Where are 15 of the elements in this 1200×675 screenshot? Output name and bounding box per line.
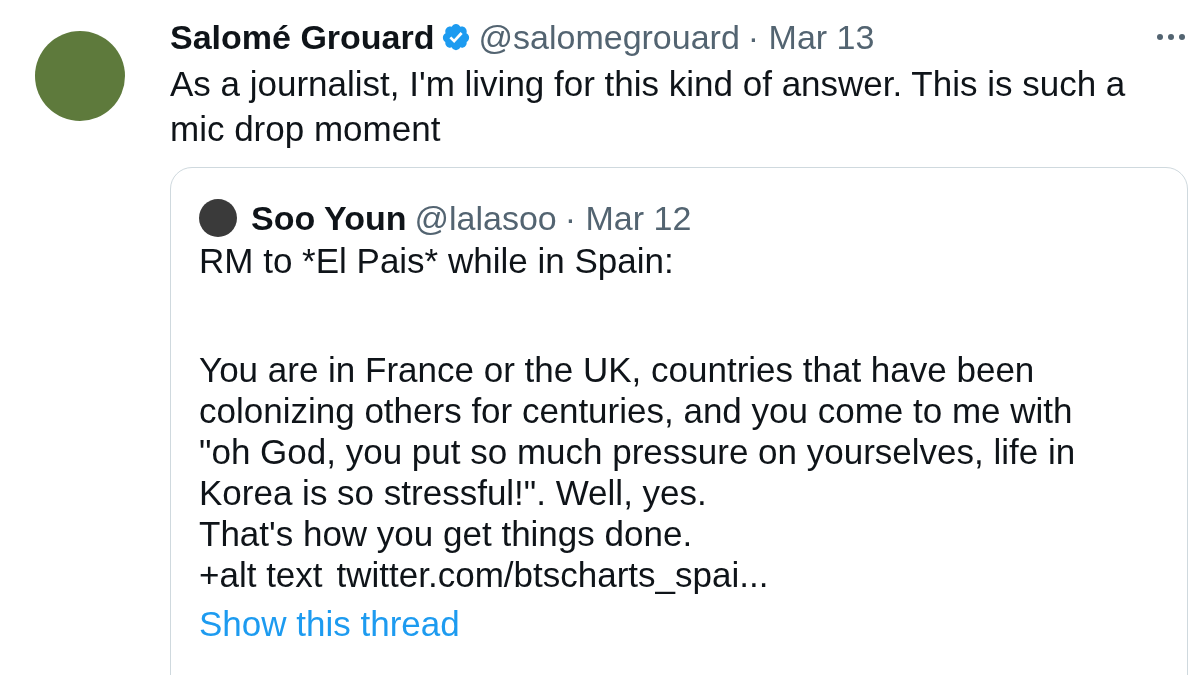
tweet-date: · Mar 12 bbox=[564, 198, 692, 238]
quoted-text: RM to *El Pais* while in Spain: bbox=[199, 240, 675, 281]
more-options-icon[interactable] bbox=[1156, 33, 1186, 41]
alt-text-label: +alt text bbox=[199, 554, 323, 595]
author-name: Soo Youn bbox=[251, 198, 407, 238]
quoted-link: twitter.com/btscharts_spai... bbox=[336, 554, 769, 595]
tweet-date[interactable]: · Mar 13 bbox=[747, 17, 875, 57]
quoted-text: You are in France or the UK, countries that have been colonizing others for centuries, and you come to me with "oh God, you put so much pressure on yourselves, life in Korea is so stressful!". Well, yes. bbox=[199, 349, 1077, 513]
author-handle: @lalasoo bbox=[414, 198, 557, 238]
avatar-photo[interactable] bbox=[199, 199, 237, 237]
author-name[interactable]: Salomé Grouard bbox=[170, 17, 435, 57]
tweet-text: As a journalist, I'm living for this kind of answer. This is such a mic drop moment bbox=[170, 63, 1127, 150]
author-handle[interactable]: @salomegrouard bbox=[478, 17, 740, 57]
quoted-text: That's how you get things done. bbox=[199, 513, 694, 554]
quoted-tweet-card[interactable] bbox=[170, 167, 1188, 675]
